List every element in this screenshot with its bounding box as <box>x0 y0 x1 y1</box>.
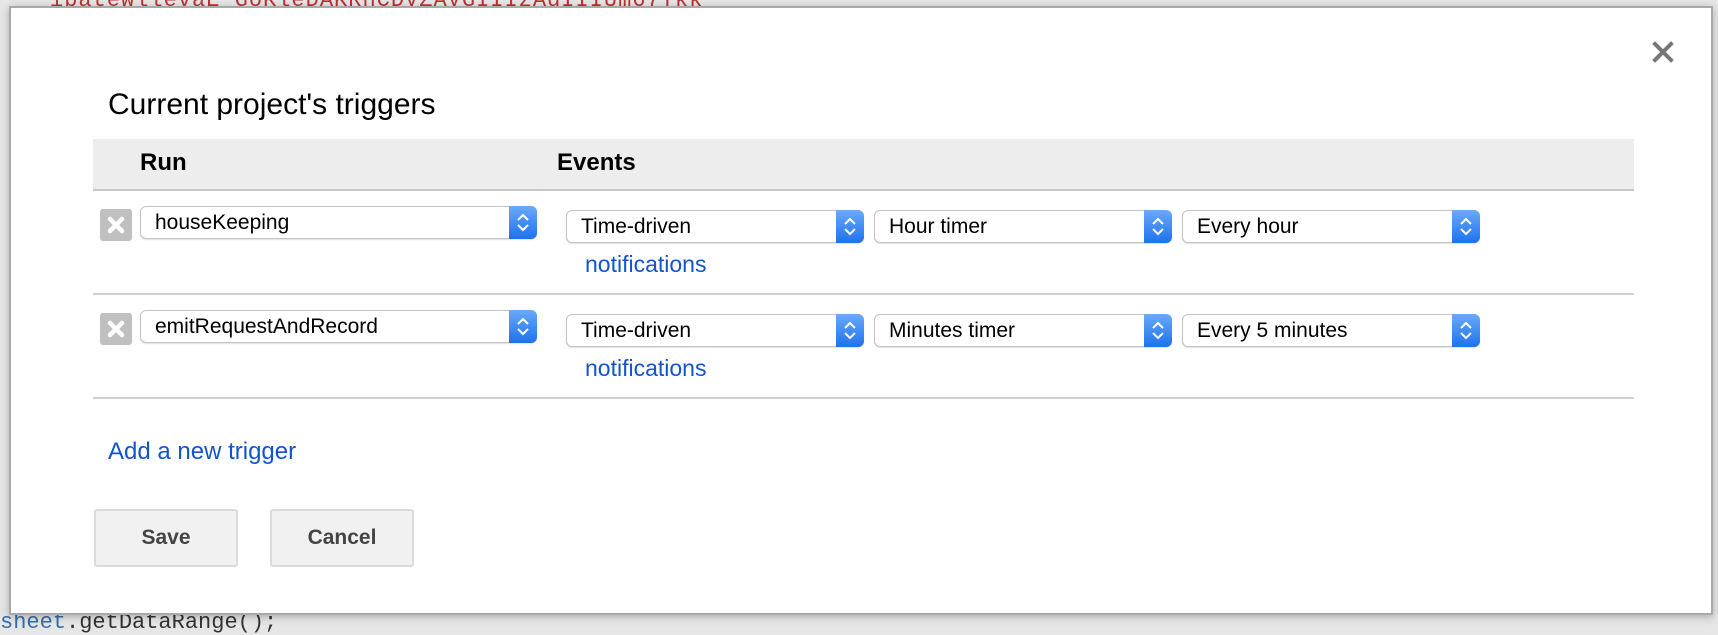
cancel-button[interactable]: Cancel <box>270 509 414 567</box>
stepper-icon <box>836 314 864 347</box>
select-value: Every hour <box>1197 215 1299 238</box>
delete-trigger-button[interactable] <box>100 313 132 345</box>
select-value: houseKeeping <box>155 211 290 234</box>
timer-type-select[interactable]: Hour timer <box>874 210 1172 243</box>
timer-type-select[interactable]: Minutes timer <box>874 314 1172 347</box>
triggers-table: Run Events houseKeeping Time-driven Hour… <box>93 139 1634 399</box>
trigger-row: houseKeeping Time-driven Hour timer Ever… <box>93 191 1634 295</box>
select-value: Hour timer <box>889 215 988 238</box>
stepper-icon <box>1144 314 1172 347</box>
stepper-icon <box>509 206 537 239</box>
select-value: Minutes timer <box>889 319 1016 342</box>
column-header-events: Events <box>557 149 636 176</box>
close-button[interactable] <box>1651 40 1675 64</box>
stepper-icon <box>509 310 537 343</box>
interval-select[interactable]: Every 5 minutes <box>1182 314 1480 347</box>
notifications-link[interactable]: notifications <box>585 251 706 278</box>
stepper-icon <box>836 210 864 243</box>
select-value: emitRequestAndRecord <box>155 315 378 338</box>
delete-x-icon <box>107 216 125 234</box>
delete-trigger-button[interactable] <box>100 209 132 241</box>
column-header-run: Run <box>140 149 187 176</box>
select-value: Time-driven <box>581 215 692 238</box>
interval-select[interactable]: Every hour <box>1182 210 1480 243</box>
notifications-link[interactable]: notifications <box>585 355 706 382</box>
close-icon <box>1652 41 1674 63</box>
select-value: Every 5 minutes <box>1197 319 1348 342</box>
run-function-select[interactable]: emitRequestAndRecord <box>140 310 537 343</box>
stepper-icon <box>1452 210 1480 243</box>
stepper-icon <box>1452 314 1480 347</box>
stepper-icon <box>1144 210 1172 243</box>
delete-x-icon <box>107 320 125 338</box>
event-source-select[interactable]: Time-driven <box>566 210 864 243</box>
trigger-row: emitRequestAndRecord Time-driven Minutes… <box>93 295 1634 399</box>
table-header: Run Events <box>93 139 1634 191</box>
run-function-select[interactable]: houseKeeping <box>140 206 537 239</box>
dialog-title: Current project's triggers <box>108 88 436 121</box>
select-value: Time-driven <box>581 319 692 342</box>
save-button[interactable]: Save <box>94 509 238 567</box>
add-trigger-link[interactable]: Add a new trigger <box>108 438 296 466</box>
triggers-dialog: Current project's triggers Run Events ho… <box>9 6 1713 615</box>
event-source-select[interactable]: Time-driven <box>566 314 864 347</box>
